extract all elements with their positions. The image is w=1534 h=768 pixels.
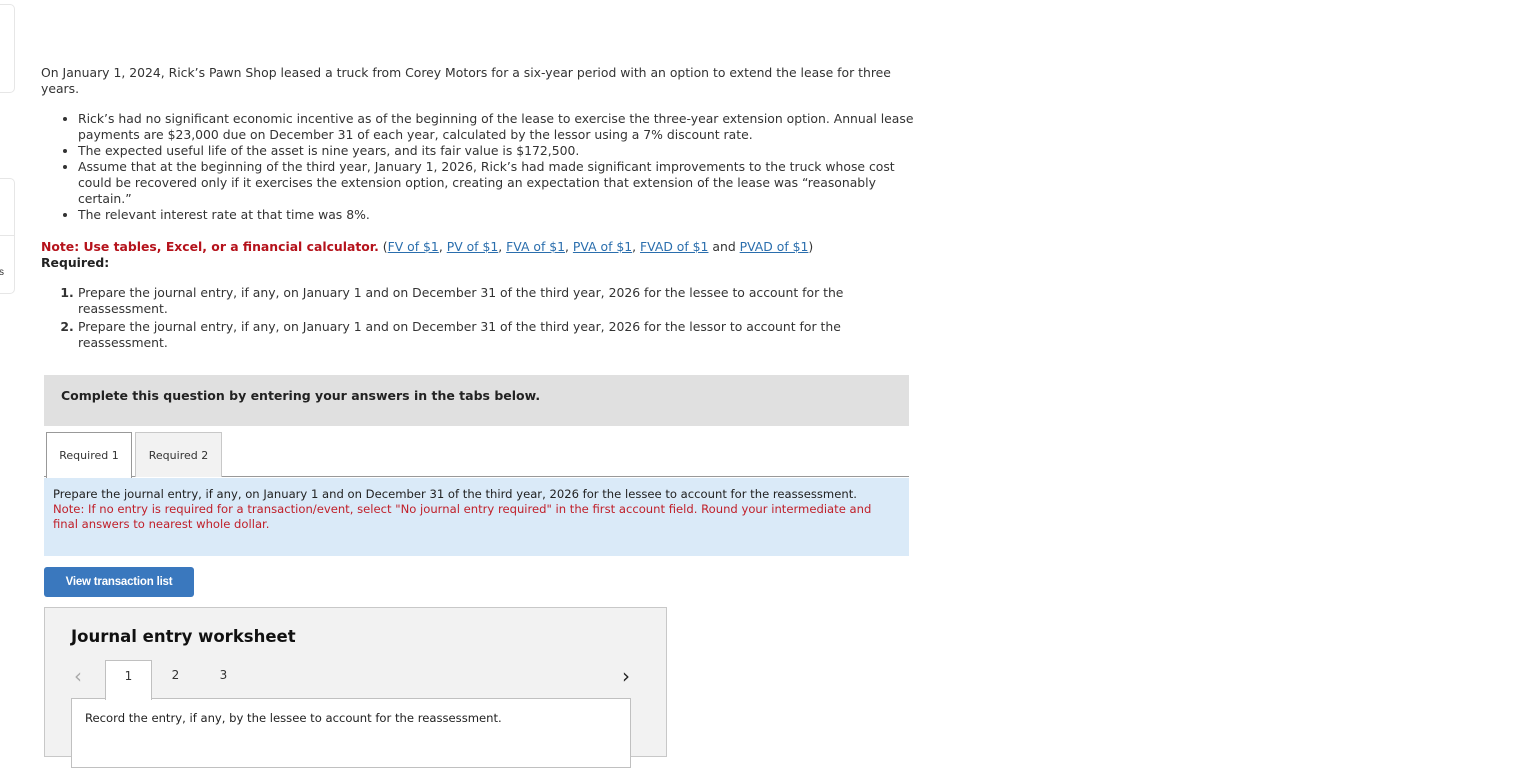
fact-item: Rick’s had no significant economic incen… xyxy=(78,111,921,143)
calculator-note: Note: Use tables, Excel, or a financial … xyxy=(41,239,921,255)
chevron-right-icon[interactable]: › xyxy=(622,664,630,688)
tab-required-2[interactable]: Required 2 xyxy=(135,432,222,477)
instructions-text: Prepare the journal entry, if any, on Ja… xyxy=(53,487,857,501)
fact-item: The expected useful life of the asset is… xyxy=(78,143,921,159)
complete-question-banner: Complete this question by entering your … xyxy=(44,375,909,426)
separator: , xyxy=(632,239,641,254)
required-heading: Required: xyxy=(41,255,110,270)
sidebar-partial-label[interactable]: s xyxy=(0,267,4,278)
paren-close: ) xyxy=(808,239,814,254)
separator: , xyxy=(565,239,573,254)
instructions-note: Note: If no entry is required for a tran… xyxy=(53,502,872,531)
question-body: On January 1, 2024, Rick’s Pawn Shop lea… xyxy=(41,65,921,353)
view-transaction-list-button[interactable]: View transaction list xyxy=(44,567,194,597)
sidebar-panel-top xyxy=(0,4,15,93)
requirement-item: Prepare the journal entry, if any, on Ja… xyxy=(78,285,921,317)
fvad-of-1-link[interactable]: FVAD of $1 xyxy=(640,239,708,254)
worksheet-entry-prompt: Record the entry, if any, by the lessee … xyxy=(71,698,631,768)
separator: , xyxy=(498,239,507,254)
fact-item: The relevant interest rate at that time … xyxy=(78,207,921,223)
pv-of-1-link[interactable]: PV of $1 xyxy=(447,239,499,254)
requirements-list: Prepare the journal entry, if any, on Ja… xyxy=(41,285,921,351)
worksheet-page-3[interactable]: 3 xyxy=(200,660,247,700)
pva-of-1-link[interactable]: PVA of $1 xyxy=(573,239,632,254)
calculator-note-label: Note: Use tables, Excel, or a financial … xyxy=(41,239,379,254)
fva-of-1-link[interactable]: FVA of $1 xyxy=(506,239,565,254)
separator: , xyxy=(438,239,447,254)
requirement-item: Prepare the journal entry, if any, on Ja… xyxy=(78,319,921,351)
worksheet-page-1[interactable]: 1 xyxy=(105,660,152,700)
pvad-of-1-link[interactable]: PVAD of $1 xyxy=(740,239,809,254)
question-facts-list: Rick’s had no significant economic incen… xyxy=(41,111,921,223)
fact-item: Assume that at the beginning of the thir… xyxy=(78,159,921,207)
instructions-panel: Prepare the journal entry, if any, on Ja… xyxy=(44,478,909,556)
required-tabs: Required 1 Required 2 xyxy=(44,431,909,478)
sidebar-panel-bottom: s xyxy=(0,178,15,294)
journal-entry-worksheet: Journal entry worksheet ‹ 1 2 3 › Record… xyxy=(44,607,667,768)
paren-open: ( xyxy=(378,239,388,254)
and-text: and xyxy=(708,239,740,254)
fv-of-1-link[interactable]: FV of $1 xyxy=(388,239,439,254)
chevron-left-icon[interactable]: ‹ xyxy=(74,664,82,688)
question-intro: On January 1, 2024, Rick’s Pawn Shop lea… xyxy=(41,65,891,96)
sidebar-divider xyxy=(0,235,14,236)
worksheet-title: Journal entry worksheet xyxy=(71,627,296,646)
worksheet-page-2[interactable]: 2 xyxy=(152,660,199,700)
tab-required-1[interactable]: Required 1 xyxy=(46,432,132,478)
